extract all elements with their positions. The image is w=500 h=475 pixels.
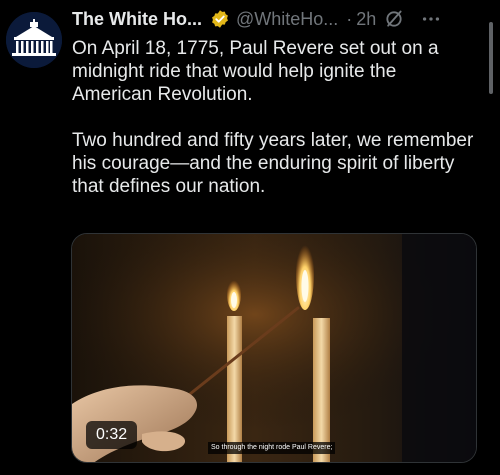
- display-name[interactable]: The White Ho...: [72, 9, 202, 30]
- more-icon[interactable]: [420, 8, 442, 30]
- tweet-paragraph: Two hundred and fifty years later, we re…: [72, 130, 474, 197]
- avatar[interactable]: [6, 12, 62, 68]
- white-house-logo-icon: [6, 12, 62, 68]
- video-duration: 0:32: [86, 421, 138, 449]
- separator-dot: ·: [346, 8, 353, 29]
- tweet-header: The White Ho... @WhiteHo... · 2h: [72, 8, 492, 30]
- scrollbar[interactable]: [489, 22, 493, 94]
- video-caption: So through the night rode Paul Revere;: [208, 442, 336, 454]
- verified-badge-icon[interactable]: [210, 9, 230, 29]
- tweet-text: On April 18, 1775, Paul Revere set out o…: [72, 37, 476, 198]
- tweet-paragraph: On April 18, 1775, Paul Revere set out o…: [72, 38, 439, 105]
- video-player[interactable]: 0:32 So through the night rode Paul Reve…: [71, 233, 477, 463]
- timestamp[interactable]: 2h: [356, 9, 376, 30]
- handle[interactable]: @WhiteHo...: [236, 9, 338, 30]
- grok-icon[interactable]: [384, 9, 404, 29]
